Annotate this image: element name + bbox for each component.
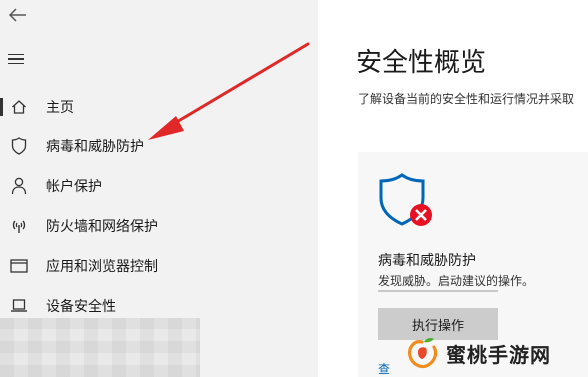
sidebar-item-label: 设备安全性	[46, 299, 116, 315]
card-divider	[378, 290, 498, 292]
wireless-icon	[8, 215, 30, 237]
window-icon	[8, 255, 30, 277]
blurred-region	[0, 318, 200, 377]
view-link[interactable]: 查	[378, 360, 390, 377]
sidebar-item-label: 帐户保护	[46, 179, 102, 195]
watermark-text: 蜜桃手游网	[446, 342, 551, 367]
peach-logo-icon	[408, 338, 438, 369]
page-subtitle: 了解设备当前的安全性和运行情况并采取	[358, 92, 575, 106]
back-arrow-icon	[9, 8, 26, 22]
sidebar: 主页 病毒和威胁防护 帐户保护 防火墙和网络保护 应用和浏览器控制 设备安全性	[0, 0, 318, 377]
sidebar-item-label: 主页	[46, 100, 74, 116]
shield-error-icon	[376, 172, 436, 232]
sidebar-item-label: 防火墙和网络保护	[46, 219, 158, 235]
watermark: 蜜桃手游网	[404, 336, 551, 370]
card-title: 病毒和威胁防护	[378, 253, 476, 269]
sidebar-item-virus-protection[interactable]: 病毒和威胁防护	[0, 130, 318, 162]
laptop-icon	[8, 295, 30, 317]
person-icon	[8, 175, 30, 197]
back-button[interactable]	[6, 4, 30, 26]
hamburger-menu-icon[interactable]	[8, 50, 30, 68]
card-description: 发现威胁。启动建议的操作。	[378, 274, 535, 288]
sidebar-item-firewall[interactable]: 防火墙和网络保护	[0, 210, 318, 242]
shield-icon	[8, 135, 30, 157]
sidebar-item-label: 病毒和威胁防护	[46, 139, 144, 155]
sidebar-item-home[interactable]: 主页	[0, 91, 318, 123]
sidebar-item-account-protection[interactable]: 帐户保护	[0, 170, 318, 202]
sidebar-item-app-browser-control[interactable]: 应用和浏览器控制	[0, 250, 318, 282]
page-title: 安全性概览	[356, 48, 487, 78]
home-icon	[8, 96, 30, 118]
sidebar-item-label: 应用和浏览器控制	[46, 259, 158, 275]
